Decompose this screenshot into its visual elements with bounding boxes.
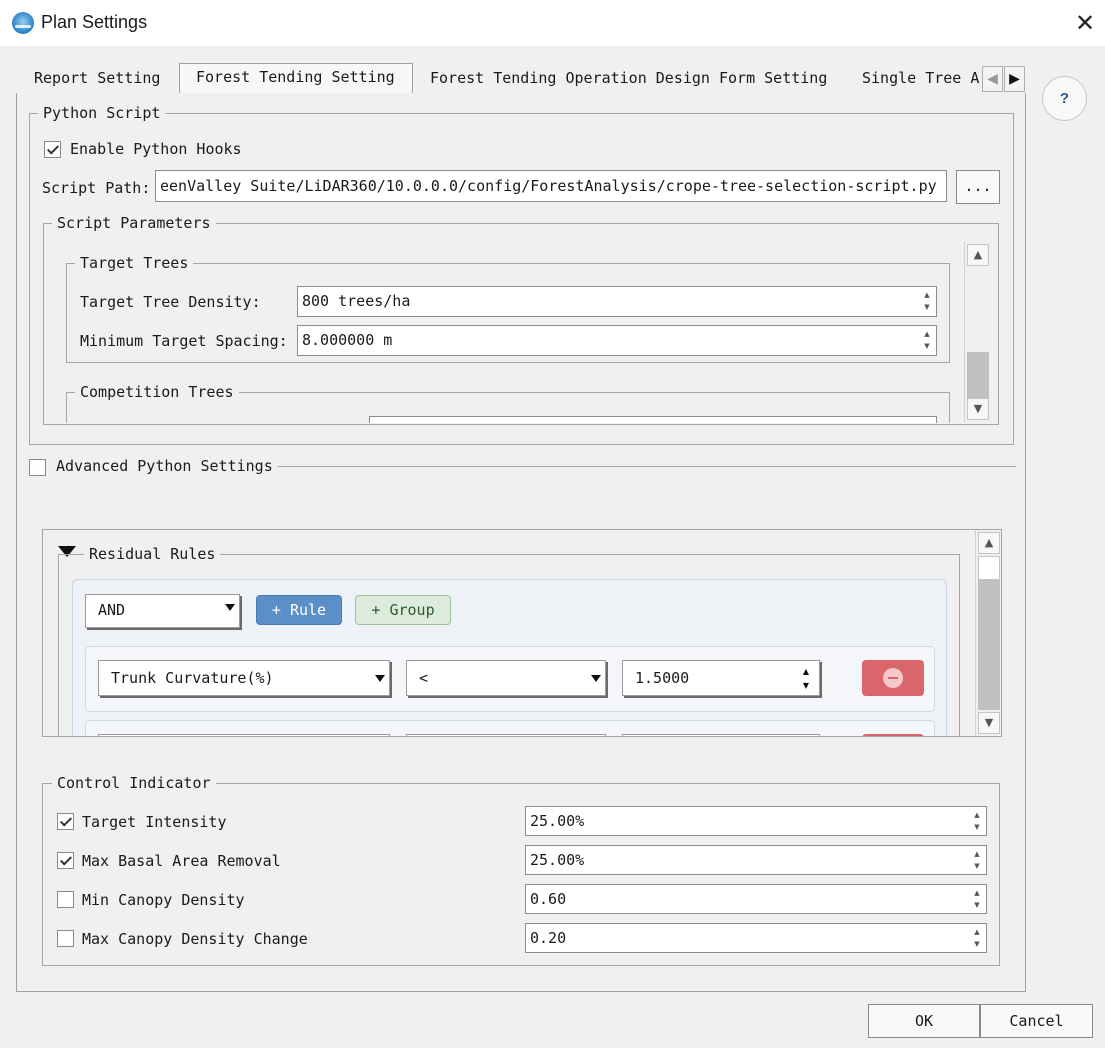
- spin-arrows-icon[interactable]: ▲ ▼: [799, 665, 813, 693]
- spin-arrows-icon[interactable]: ▲ ▼: [921, 328, 933, 354]
- minus-circle-icon: [883, 668, 903, 688]
- minimum-target-spacing-spinbox[interactable]: 8.000000 m ▲ ▼: [297, 325, 937, 356]
- scroll-up-icon[interactable]: ▲: [967, 244, 989, 266]
- scrollbar-track: [978, 580, 1000, 710]
- rule-field-value: Trunk Curvature(%): [111, 669, 274, 687]
- close-button[interactable]: ✕: [1068, 8, 1102, 38]
- rule-operator-select[interactable]: [406, 734, 606, 736]
- advanced-python-settings-label: Advanced Python Settings: [56, 457, 273, 475]
- logic-operator-value: AND: [98, 601, 126, 619]
- chevron-down-icon: [375, 675, 385, 682]
- remove-rule-button[interactable]: [862, 734, 924, 736]
- add-group-button[interactable]: + Group: [355, 595, 451, 625]
- tab-scroll-right-icon[interactable]: ▶: [1004, 66, 1025, 92]
- rule-operator-value: <: [419, 669, 429, 687]
- cancel-button[interactable]: Cancel: [980, 1004, 1093, 1038]
- target-tree-density-value: 800 trees/ha: [302, 292, 411, 310]
- tab-scroll-left-icon[interactable]: ◀: [982, 66, 1003, 92]
- residual-rules-scrollbar[interactable]: ▲ ▼: [975, 530, 1001, 736]
- max-canopy-density-change-checkbox[interactable]: [57, 930, 74, 947]
- rule-field-select[interactable]: [98, 734, 390, 736]
- chevron-down-icon: [225, 604, 235, 611]
- advanced-python-settings-checkbox[interactable]: [29, 459, 46, 476]
- max-canopy-density-change-label: Max Canopy Density Change: [82, 930, 308, 948]
- enable-python-hooks-label: Enable Python Hooks: [70, 140, 242, 158]
- rule-row: [85, 720, 935, 736]
- rule-field-select[interactable]: Trunk Curvature(%): [98, 660, 390, 696]
- logic-operator-select[interactable]: AND: [85, 594, 240, 628]
- chevron-down-icon: [591, 675, 601, 682]
- window-title: Plan Settings: [41, 12, 148, 32]
- max-canopy-density-change-spinbox[interactable]: 0.20 ▲ ▼: [525, 923, 987, 953]
- max-basal-area-removal-checkbox[interactable]: [57, 852, 74, 869]
- enable-python-hooks-checkbox[interactable]: [44, 141, 61, 158]
- rule-group-container: AND + Rule + Group Trunk Curvature(%) < …: [72, 579, 947, 736]
- script-parameters-scrollbar[interactable]: ▲ ▼: [964, 242, 990, 422]
- advanced-separator: [278, 466, 1016, 467]
- min-canopy-density-spinbox[interactable]: 0.60 ▲ ▼: [525, 884, 987, 914]
- rule-operator-select[interactable]: <: [406, 660, 606, 696]
- tab-forest-tending-setting[interactable]: Forest Tending Setting: [179, 63, 413, 94]
- ok-button[interactable]: OK: [868, 1004, 980, 1038]
- min-canopy-density-label: Min Canopy Density: [82, 891, 245, 909]
- help-button[interactable]: ?: [1042, 76, 1087, 121]
- script-path-label: Script Path:: [42, 179, 151, 197]
- residual-rules-scroll-area: Residual Rules AND + Rule + Group Trunk …: [42, 529, 1002, 737]
- target-intensity-spinbox[interactable]: 25.00% ▲ ▼: [525, 806, 987, 836]
- target-intensity-value: 25.00%: [530, 812, 585, 830]
- rule-value-spinbox[interactable]: 1.5000 ▲ ▼: [622, 660, 820, 696]
- rule-value: 1.5000: [635, 669, 690, 687]
- add-rule-button[interactable]: + Rule: [256, 595, 342, 625]
- spin-arrows-icon[interactable]: ▲ ▼: [971, 926, 983, 952]
- tab-report-setting[interactable]: Report Setting: [16, 66, 178, 94]
- max-basal-area-removal-label: Max Basal Area Removal: [82, 852, 281, 870]
- target-tree-density-spinbox[interactable]: 800 trees/ha ▲ ▼: [297, 286, 937, 317]
- title-bar: Plan Settings ✕: [0, 0, 1105, 46]
- browse-button[interactable]: ...: [956, 170, 1000, 204]
- python-script-legend: Python Script: [38, 104, 166, 122]
- max-canopy-density-change-value: 0.20: [530, 929, 567, 947]
- scroll-down-icon[interactable]: ▼: [967, 398, 989, 420]
- tab-forest-tending-operation-design-form-setting[interactable]: Forest Tending Operation Design Form Set…: [412, 66, 842, 94]
- script-parameters-legend: Script Parameters: [52, 214, 216, 232]
- scroll-down-icon[interactable]: ▼: [978, 712, 1000, 734]
- scroll-up-icon[interactable]: ▲: [978, 532, 1000, 554]
- tab-single-tree[interactable]: Single Tree A: [844, 66, 980, 94]
- max-basal-area-removal-value: 25.00%: [530, 851, 585, 869]
- spin-arrows-icon[interactable]: ▲ ▼: [971, 848, 983, 874]
- target-trees-legend: Target Trees: [75, 254, 194, 272]
- scrollbar-thumb[interactable]: [967, 352, 989, 398]
- minimum-target-spacing-label: Minimum Target Spacing:: [80, 332, 288, 350]
- control-indicator-legend: Control Indicator: [52, 774, 216, 792]
- spin-arrows-icon[interactable]: ▲ ▼: [921, 289, 933, 315]
- scrollbar-thumb[interactable]: [978, 556, 1000, 580]
- minimum-target-spacing-value: 8.000000 m: [302, 331, 393, 349]
- spin-arrows-icon[interactable]: ▲ ▼: [971, 809, 983, 835]
- competition-trees-legend: Competition Trees: [75, 383, 239, 401]
- min-canopy-density-checkbox[interactable]: [57, 891, 74, 908]
- app-icon: [12, 12, 34, 34]
- script-parameters-viewport: Target Trees Target Tree Density: 800 tr…: [44, 233, 963, 423]
- rule-row: Trunk Curvature(%) < 1.5000 ▲ ▼: [85, 646, 935, 712]
- target-intensity-checkbox[interactable]: [57, 813, 74, 830]
- remove-rule-button[interactable]: [862, 660, 924, 696]
- min-canopy-density-value: 0.60: [530, 890, 567, 908]
- max-basal-area-removal-spinbox[interactable]: 25.00% ▲ ▼: [525, 845, 987, 875]
- spin-arrows-icon[interactable]: ▲ ▼: [971, 887, 983, 913]
- competition-trees-field[interactable]: [369, 416, 937, 423]
- rule-value-spinbox[interactable]: [622, 734, 820, 736]
- target-tree-density-label: Target Tree Density:: [80, 293, 261, 311]
- residual-rules-title: Residual Rules: [84, 545, 221, 563]
- script-path-input[interactable]: eenValley Suite/LiDAR360/10.0.0.0/config…: [155, 170, 947, 202]
- script-path-value: eenValley Suite/LiDAR360/10.0.0.0/config…: [160, 177, 937, 195]
- target-intensity-label: Target Intensity: [82, 813, 227, 831]
